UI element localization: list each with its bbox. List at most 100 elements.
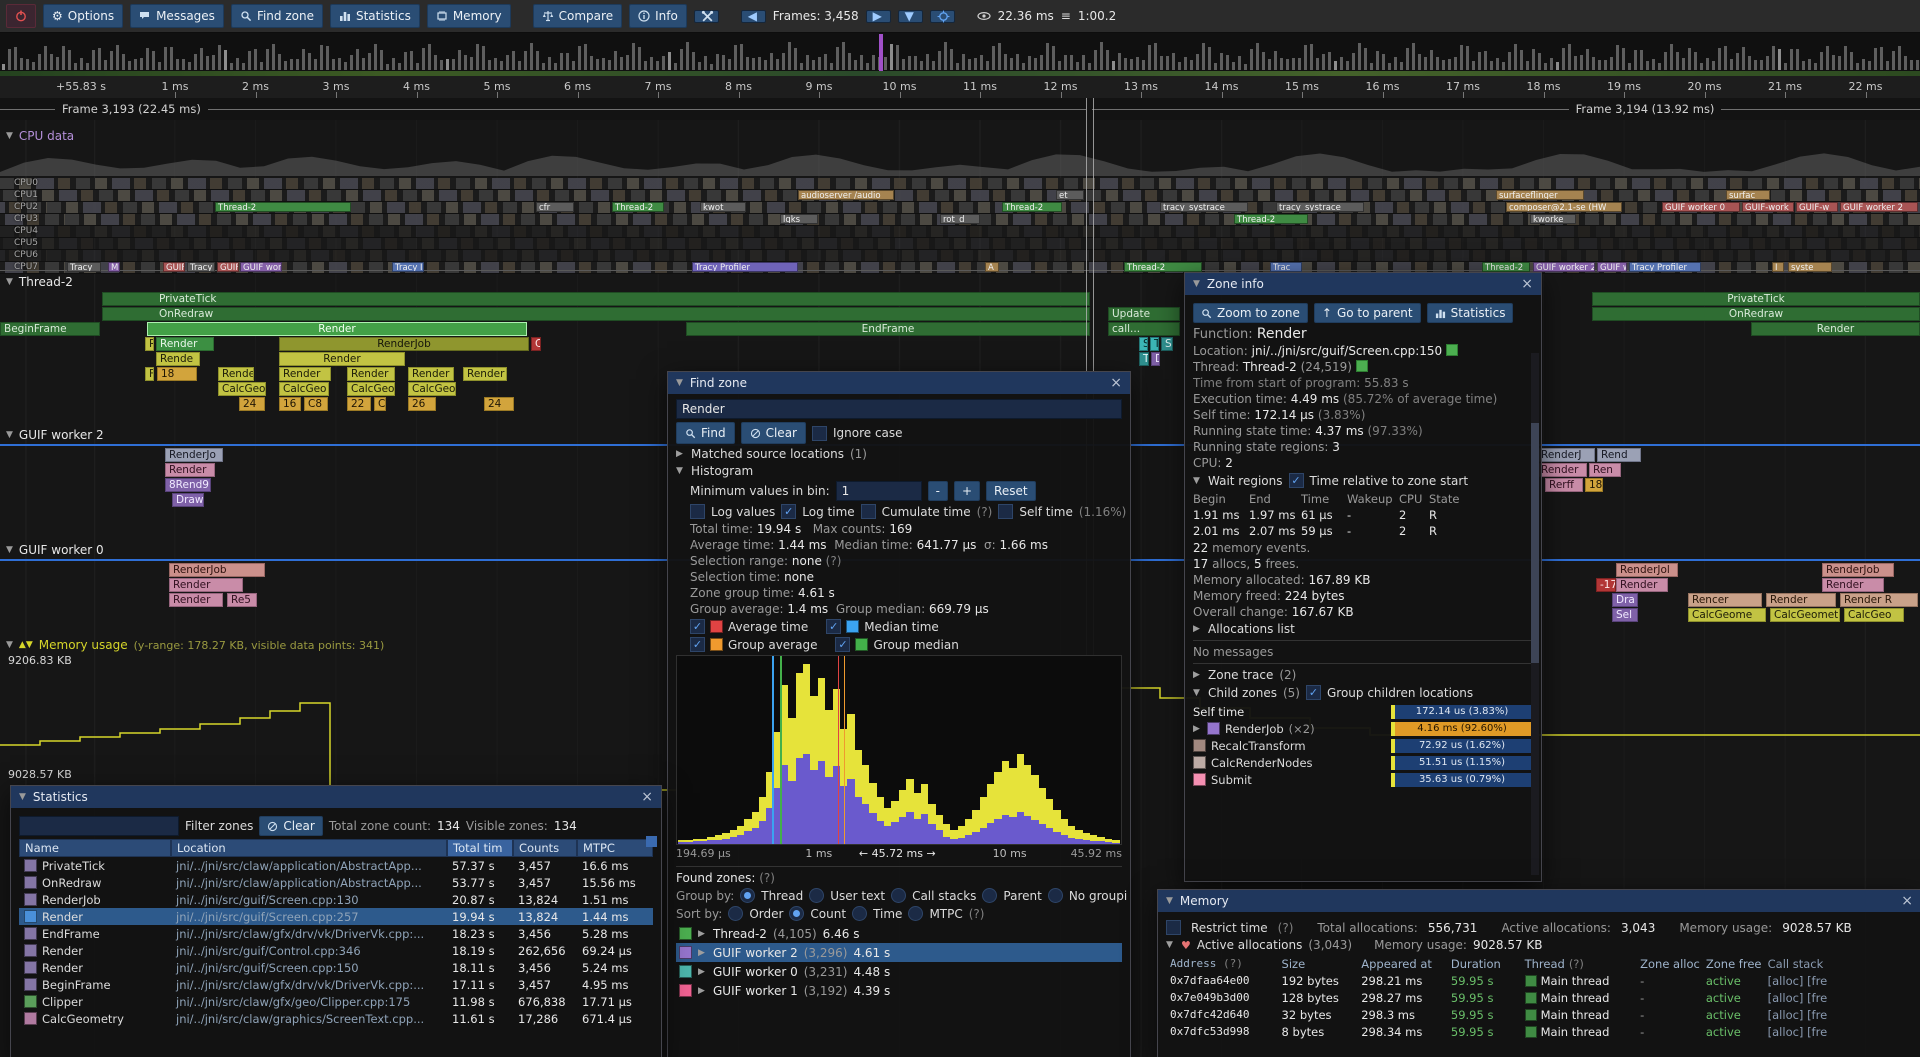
frame-bar[interactable]: [212, 55, 215, 70]
frame-bar[interactable]: [158, 62, 161, 71]
frame-bar[interactable]: [1004, 54, 1007, 70]
memory-titlebar[interactable]: ▼ Memory ×: [1158, 890, 1920, 912]
log-time-checkbox[interactable]: ✓: [781, 504, 796, 519]
frame-bar[interactable]: [1250, 49, 1253, 70]
frame-bar[interactable]: [278, 54, 281, 70]
frame-bar[interactable]: [692, 52, 695, 70]
frame-bar[interactable]: [1100, 42, 1103, 70]
frame-bar[interactable]: [1622, 48, 1625, 71]
frame-bar[interactable]: [1412, 43, 1415, 70]
frame-bar[interactable]: [446, 59, 449, 70]
stats-col-mtpc[interactable]: MTPC: [577, 839, 653, 857]
cpu-zone[interactable]: kworke: [1530, 214, 1576, 224]
stats-table-row[interactable]: CalcGeometryjni/../jni/src/claw/graphics…: [19, 1010, 653, 1027]
stats-table-row[interactable]: Clipperjni/../jni/src/claw/gfx/geo/Clipp…: [19, 993, 653, 1010]
timeline-zone[interactable]: D: [1151, 352, 1160, 366]
frame-bar[interactable]: [1490, 61, 1493, 70]
frame-bar[interactable]: [1790, 49, 1793, 70]
frame-bar[interactable]: [230, 63, 233, 70]
thread-radio[interactable]: [740, 888, 755, 903]
frame-bar[interactable]: [2, 64, 5, 70]
expander-icon[interactable]: ▶: [698, 986, 707, 996]
frame-bar[interactable]: [572, 61, 575, 70]
frame-bar[interactable]: [176, 59, 179, 70]
timeline-zone[interactable]: Render: [147, 322, 527, 336]
stats-table-row[interactable]: Renderjni/../jni/src/guif/Screen.cpp:150…: [19, 959, 653, 976]
frame-minimap[interactable]: [0, 32, 1920, 77]
frame-bar[interactable]: [1334, 61, 1337, 70]
frame-bar[interactable]: [554, 63, 557, 70]
frame-span-a[interactable]: Frame 3,193 (22.45 ms): [0, 98, 1086, 120]
frame-bar[interactable]: [536, 51, 539, 70]
frame-bar[interactable]: [68, 50, 71, 70]
frame-bar[interactable]: [110, 51, 113, 70]
hist-bar[interactable]: [1083, 656, 1090, 844]
frame-bar[interactable]: [470, 57, 473, 70]
timeline-zone[interactable]: PrivateTick: [102, 292, 1090, 306]
frame-bar[interactable]: [1514, 44, 1517, 70]
cpu-zone[interactable]: Tracy Profiler: [1629, 262, 1701, 272]
options-button[interactable]: ⚙Options: [43, 4, 123, 28]
cpu-zone[interactable]: syste: [1788, 262, 1832, 272]
frame-bar[interactable]: [248, 51, 251, 70]
cpu-zone[interactable]: kwot: [700, 202, 746, 212]
hist-bar[interactable]: [788, 656, 795, 844]
frame-bar[interactable]: [746, 57, 749, 70]
expander-icon[interactable]: ▶: [1193, 724, 1202, 734]
bin-decrease-button[interactable]: -: [928, 481, 948, 501]
frame-bar[interactable]: [560, 53, 563, 70]
frame-bar[interactable]: [116, 45, 119, 70]
stats-col-name[interactable]: Name: [19, 839, 171, 857]
frame-bar[interactable]: [1112, 61, 1115, 70]
frame-bar[interactable]: [86, 63, 89, 70]
cpu-zone[interactable]: lgks: [780, 214, 818, 224]
frame-bar[interactable]: [56, 57, 59, 70]
legend-checkbox[interactable]: ✓: [690, 619, 705, 634]
frame-bar[interactable]: [122, 54, 125, 70]
frame-bar[interactable]: [1124, 58, 1127, 70]
frame-span-b[interactable]: Frame 3,194 (13.92 ms): [1092, 98, 1920, 120]
frame-bar[interactable]: [1316, 58, 1319, 70]
frame-bar[interactable]: [440, 60, 443, 70]
timeline-zone[interactable]: Render: [1751, 322, 1920, 336]
frame-bar[interactable]: [344, 62, 347, 70]
frame-bar[interactable]: [290, 59, 293, 70]
frame-bar[interactable]: [1874, 48, 1877, 70]
timeline-zone[interactable]: Render: [169, 593, 223, 607]
frame-bar[interactable]: [1688, 48, 1691, 70]
focus-frame-button[interactable]: [930, 10, 955, 23]
stats-table-row[interactable]: OnRedrawjni/../jni/src/claw/application/…: [19, 874, 653, 891]
hist-bar[interactable]: [862, 656, 869, 844]
frame-bar[interactable]: [194, 54, 197, 70]
close-icon[interactable]: ×: [1110, 376, 1122, 390]
time-ruler[interactable]: +55.83 s 1 ms2 ms3 ms4 ms5 ms6 ms7 ms8 m…: [0, 76, 1920, 99]
frame-bar[interactable]: [644, 61, 647, 70]
cpu-zone[interactable]: Tracy Profiler: [692, 262, 798, 272]
frame-bar[interactable]: [932, 61, 935, 70]
memory-table-row[interactable]: 0x7e049b3d00128 bytes298.27 ms59.95 sMai…: [1166, 989, 1913, 1006]
frame-bar[interactable]: [620, 57, 623, 70]
frame-bar[interactable]: [710, 64, 713, 70]
hist-bar[interactable]: [825, 656, 832, 844]
frame-bar[interactable]: [1238, 56, 1241, 70]
frame-bar[interactable]: [566, 53, 569, 70]
frame-bar[interactable]: [236, 58, 239, 70]
frame-bar[interactable]: [506, 55, 509, 70]
frame-bar[interactable]: [1742, 47, 1745, 70]
mem-col-duration[interactable]: Duration: [1447, 957, 1521, 971]
frame-bar[interactable]: [1346, 61, 1349, 70]
hist-bar[interactable]: [744, 656, 751, 844]
prev-frame-button[interactable]: ◀: [741, 10, 766, 23]
frame-bar[interactable]: [548, 57, 551, 70]
frame-bar[interactable]: [74, 63, 77, 70]
frame-bar[interactable]: [944, 42, 947, 70]
timeline-zone[interactable]: OnRedraw: [1592, 307, 1920, 321]
cpu-zone[interactable]: Thread-2: [215, 202, 351, 212]
timeline-zone[interactable]: Render: [1616, 578, 1668, 592]
frame-bar[interactable]: [1016, 54, 1019, 70]
frame-bar[interactable]: [602, 58, 605, 70]
child-zone-row[interactable]: ▶RenderJob(×2)4.16 ms (92.60%): [1193, 720, 1533, 737]
hist-bar[interactable]: [921, 656, 928, 844]
frame-bar[interactable]: [1244, 64, 1247, 70]
reset-button[interactable]: Reset: [986, 481, 1036, 501]
